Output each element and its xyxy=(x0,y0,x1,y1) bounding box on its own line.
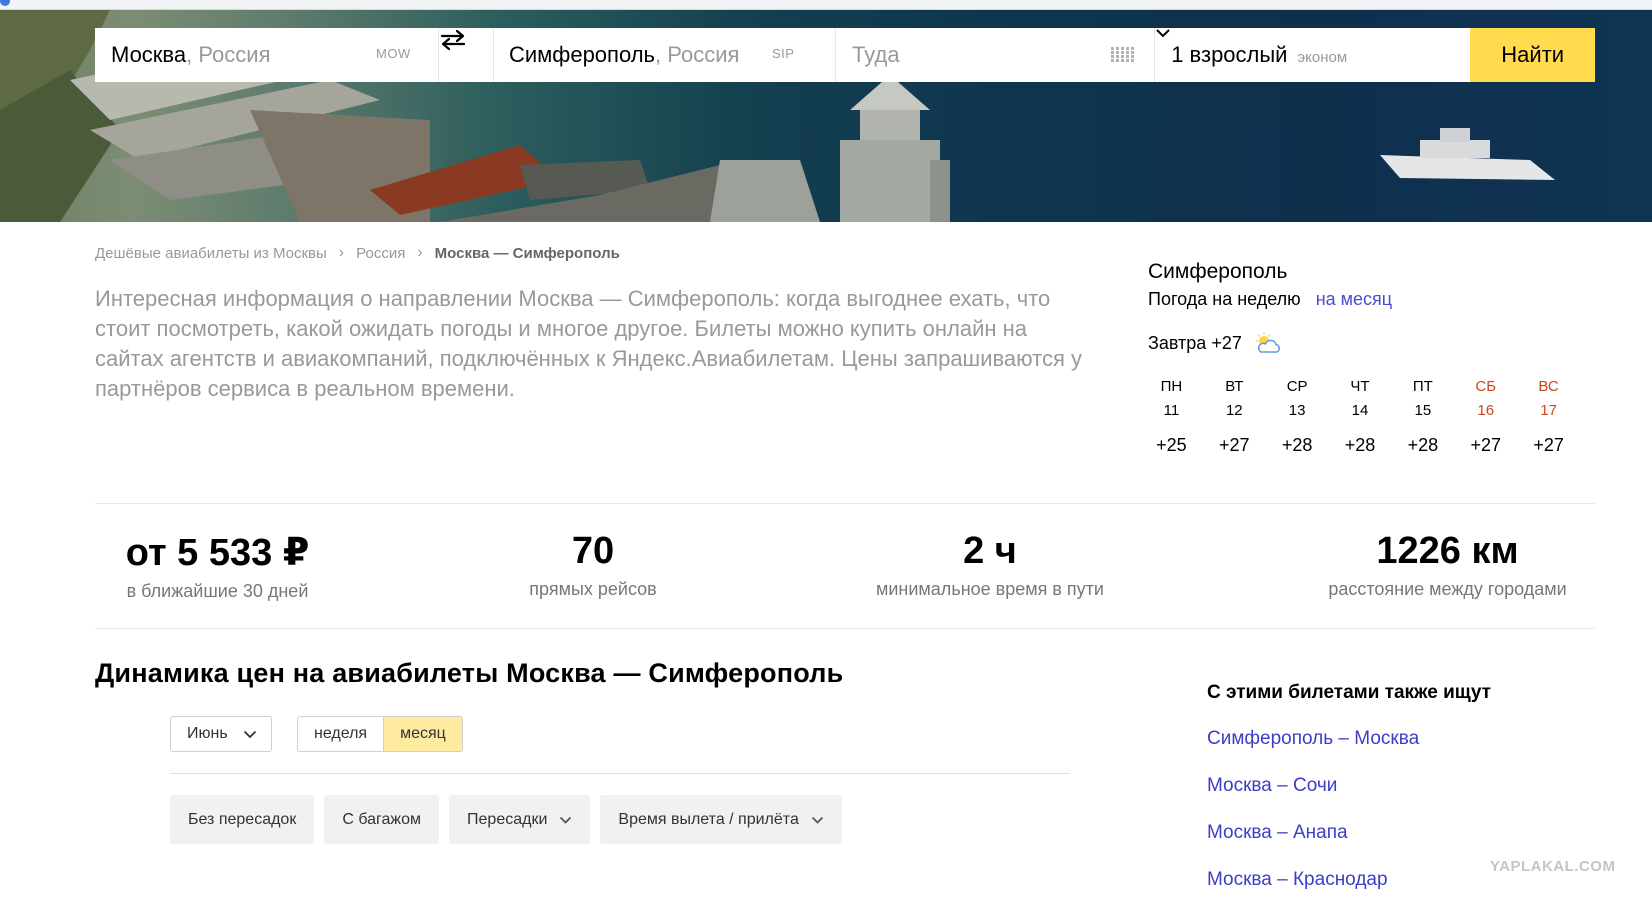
passengers-select[interactable]: 1 взрослый эконом xyxy=(1155,28,1470,82)
stat-min-price-label: в ближайшие 30 дней xyxy=(126,581,309,601)
stat-direct-flights-label: прямых рейсов xyxy=(529,579,657,599)
stat-distance: 1226 км расстояние между городами xyxy=(1300,530,1595,600)
origin-city: Москва xyxy=(111,42,187,67)
weather-week-label: Погода на неделю xyxy=(1148,289,1301,309)
chevron-down-icon xyxy=(811,816,823,824)
stat-min-price-value: от 5 533 ₽ xyxy=(125,532,310,574)
price-dynamics-title: Динамика цен на авиабилеты Москва — Симф… xyxy=(95,658,844,688)
breadcrumb-item-moscow[interactable]: Дешёвые авиабилеты из Москвы xyxy=(95,245,327,262)
calendar-grid-icon[interactable] xyxy=(1111,47,1135,63)
stat-min-travel-time-label: минимальное время в пути xyxy=(876,579,1104,599)
period-month-tab[interactable]: месяц xyxy=(383,717,462,751)
month-select[interactable]: Июнь xyxy=(170,716,272,752)
origin-country: Россия xyxy=(198,42,271,67)
weather-city: Симферополь xyxy=(1148,260,1288,283)
weather-day: ПТ 15 +28 xyxy=(1407,378,1439,455)
divider xyxy=(95,503,1595,504)
chevron-down-icon xyxy=(243,730,257,739)
chevron-down-icon xyxy=(1156,29,1170,38)
find-button[interactable]: Найти xyxy=(1470,28,1596,82)
related-link[interactable]: Москва – Сочи xyxy=(1207,775,1419,822)
destination-city: Симферополь xyxy=(508,42,656,67)
browser-tab-icon xyxy=(0,0,10,6)
related-searches-list: Симферополь – Москва Москва – Сочи Москв… xyxy=(1207,728,1419,897)
route-intro-text: Интересная информация о направлении Моск… xyxy=(95,286,1083,401)
weather-day: ПН 11 +25 xyxy=(1156,378,1187,455)
period-toggle: неделя месяц xyxy=(297,716,463,752)
divider xyxy=(170,773,1070,774)
filters-bar: Без пересадок С багажом Пересадки Время … xyxy=(170,795,852,844)
related-link[interactable]: Симферополь – Москва xyxy=(1207,728,1419,775)
cabin-class: эконом xyxy=(1297,48,1348,66)
date-placeholder: Туда xyxy=(852,42,900,67)
period-week-tab[interactable]: неделя xyxy=(298,717,383,751)
related-link[interactable]: Москва – Анапа xyxy=(1207,822,1419,869)
weather-day: СБ 16 +27 xyxy=(1470,378,1501,455)
related-link[interactable]: Москва – Краснодар xyxy=(1207,869,1419,897)
stat-min-travel-time-value: 2 ч xyxy=(963,530,1017,572)
origin-code: MOW xyxy=(376,46,411,61)
swap-button[interactable] xyxy=(439,28,494,82)
weather-tomorrow-text: Завтра +27 xyxy=(1148,332,1242,353)
breadcrumb-current: Москва — Симферополь xyxy=(434,244,620,262)
watermark: YAPLAKAL.COM xyxy=(1490,858,1616,875)
filter-transfers-dropdown[interactable]: Пересадки xyxy=(449,795,591,844)
partly-cloudy-icon xyxy=(1255,332,1280,353)
chevron-down-icon xyxy=(560,816,572,824)
destination-country: Россия xyxy=(667,42,740,67)
weather-widget: Симферополь Погода на неделю на месяц За… xyxy=(1148,260,1588,455)
divider xyxy=(95,628,1595,629)
breadcrumb-separator-icon: › xyxy=(338,244,345,261)
flight-search-bar: Москва, Россия MOW Симферополь, Россия S… xyxy=(95,28,1596,82)
destination-field[interactable]: Симферополь, Россия SIP xyxy=(494,28,837,82)
weather-month-link[interactable]: на месяц xyxy=(1316,289,1392,309)
breadcrumb: Дешёвые авиабилеты из Москвы › Россия › … xyxy=(95,244,620,262)
stat-min-travel-time: 2 ч минимальное время в пути xyxy=(860,530,1120,600)
weather-day: ЧТ 14 +28 xyxy=(1344,378,1376,455)
filter-nonstop-button[interactable]: Без пересадок xyxy=(170,795,315,844)
passengers-count: 1 взрослый xyxy=(1171,42,1288,67)
stat-direct-flights: 70 прямых рейсов xyxy=(493,530,693,600)
weather-day: ВТ 12 +27 xyxy=(1219,378,1250,455)
stat-min-price: от 5 533 ₽ в ближайшие 30 дней xyxy=(95,530,340,602)
weather-day: СР 13 +28 xyxy=(1281,378,1313,455)
browser-strip xyxy=(0,0,1652,10)
weather-week-forecast: ПН 11 +25 ВТ 12 +27 СР 13 +28 ЧТ 14 +28 … xyxy=(1140,378,1580,456)
destination-code: SIP xyxy=(771,46,795,61)
filter-times-dropdown[interactable]: Время вылета / прилёта xyxy=(600,795,842,844)
related-searches-title: С этими билетами также ищут xyxy=(1207,682,1491,703)
breadcrumb-item-russia[interactable]: Россия xyxy=(356,245,405,262)
stat-distance-value: 1226 км xyxy=(1376,530,1519,572)
departure-date-field[interactable]: Туда xyxy=(836,28,1156,82)
filter-baggage-button[interactable]: С багажом xyxy=(324,795,440,844)
weather-day: ВС 17 +27 xyxy=(1533,378,1564,455)
hero-banner: Москва, Россия MOW Симферополь, Россия S… xyxy=(0,10,1652,222)
weather-tomorrow: Завтра +27 xyxy=(1148,332,1588,354)
swap-arrows-icon xyxy=(440,29,466,51)
breadcrumb-separator-icon: › xyxy=(417,244,423,261)
month-select-value: Июнь xyxy=(187,725,228,742)
stat-distance-label: расстояние между городами xyxy=(1328,579,1567,599)
stat-direct-flights-value: 70 xyxy=(571,530,615,572)
origin-field[interactable]: Москва, Россия MOW xyxy=(95,28,440,82)
